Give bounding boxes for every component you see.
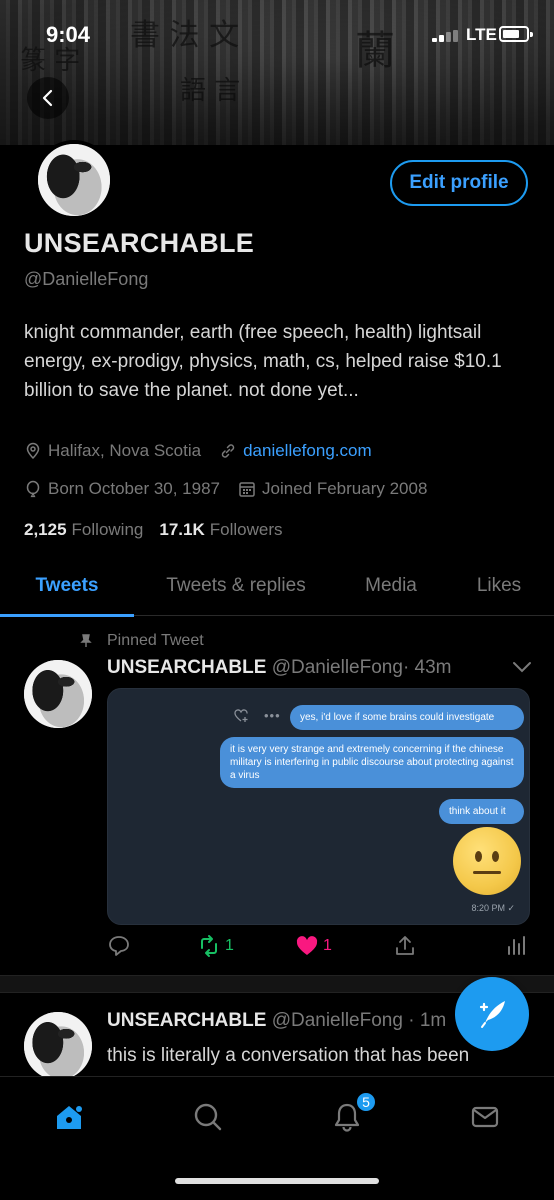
status-bar: 9:04 LTE xyxy=(0,0,554,60)
birthday-text: Born October 30, 1987 xyxy=(48,479,221,498)
link-icon xyxy=(221,444,235,458)
profile-bio: knight commander, earth (free speech, he… xyxy=(24,322,502,401)
following-link[interactable]: 2,125 Following xyxy=(24,520,143,540)
calendar-icon xyxy=(239,482,255,497)
tweet-author[interactable]: UNSEARCHABLE xyxy=(107,1010,266,1031)
tab-media[interactable]: Media xyxy=(338,556,444,616)
pinned-label: Pinned Tweet xyxy=(107,632,204,649)
profile-birthday: Born October 30, 1987 xyxy=(24,479,220,499)
profile-website[interactable]: daniellefong.com xyxy=(219,441,372,461)
tweet-avatar[interactable] xyxy=(24,1012,92,1080)
tweet-author[interactable]: UNSEARCHABLE xyxy=(107,657,266,678)
profile-handle: @DanielleFong xyxy=(24,269,149,289)
more-dots-icon: ••• xyxy=(264,708,281,723)
notification-badge: 5 xyxy=(355,1091,377,1113)
followers-label: Followers xyxy=(209,520,283,539)
chat-bubble: think about it xyxy=(439,799,524,824)
reply-icon xyxy=(109,936,129,956)
mail-icon xyxy=(471,1106,499,1128)
heart-icon xyxy=(296,936,318,955)
joined-text: Joined February 2008 xyxy=(262,479,428,498)
tweet-actions: 1 1 xyxy=(107,934,530,964)
tab-tweets-replies[interactable]: Tweets & replies xyxy=(134,556,338,616)
compose-tweet-button[interactable] xyxy=(455,977,529,1051)
tweet-time: · 43m xyxy=(402,657,452,678)
tweet-header: UNSEARCHABLE @DanielleFong · 1m xyxy=(107,1010,446,1032)
search-icon xyxy=(194,1103,222,1131)
like-count: 1 xyxy=(323,937,332,954)
profile-joined: Joined February 2008 xyxy=(238,479,427,499)
followers-count: 17.1K xyxy=(159,520,205,539)
profile-location: Halifax, Nova Scotia xyxy=(24,441,201,461)
tab-likes[interactable]: Likes xyxy=(444,556,554,616)
share-button[interactable] xyxy=(393,934,417,958)
profile-meta-row-2: Born October 30, 1987 Joined February 20… xyxy=(24,479,445,499)
following-label: Following xyxy=(71,520,144,539)
status-time: 9:04 xyxy=(46,22,91,47)
neutral-face-emoji xyxy=(453,827,521,895)
nav-home[interactable] xyxy=(49,1097,89,1137)
nav-search[interactable] xyxy=(188,1097,228,1137)
location-icon xyxy=(26,442,40,460)
display-name: UNSEARCHABLE xyxy=(24,228,255,258)
follow-stats: 2,125 Following 17.1K Followers xyxy=(24,520,298,540)
like-button[interactable]: 1 xyxy=(295,934,332,958)
message-time: 8:20 PM ✓ xyxy=(471,903,515,913)
analytics-icon xyxy=(508,936,525,955)
following-count: 2,125 xyxy=(24,520,67,539)
network-label: LTE xyxy=(466,25,497,44)
followers-link[interactable]: 17.1K Followers xyxy=(159,520,282,540)
nav-messages[interactable] xyxy=(465,1097,505,1137)
pinned-indicator: Pinned Tweet xyxy=(79,632,204,650)
react-icon xyxy=(234,709,248,722)
chevron-down-icon[interactable] xyxy=(512,660,532,674)
analytics-button[interactable] xyxy=(504,934,528,958)
tweet-header: UNSEARCHABLE @DanielleFong· 43m xyxy=(107,657,452,679)
back-button[interactable] xyxy=(27,77,69,119)
tweet-media-image[interactable]: ••• yes, i'd love if some brains could i… xyxy=(107,688,530,925)
chat-bubble: it is very very strange and extremely co… xyxy=(220,737,524,788)
tab-tweets[interactable]: Tweets xyxy=(0,556,134,617)
share-icon xyxy=(396,936,414,955)
retweet-icon xyxy=(201,935,217,957)
balloon-icon xyxy=(26,480,40,498)
edit-profile-button[interactable]: Edit profile xyxy=(390,160,528,206)
tweet-handle: @DanielleFong · 1m xyxy=(271,1010,447,1031)
home-icon xyxy=(57,1106,82,1129)
retweet-count: 1 xyxy=(225,937,234,954)
battery-icon xyxy=(499,26,533,42)
retweet-button[interactable]: 1 xyxy=(197,934,234,958)
chat-bubble: yes, i'd love if some brains could inves… xyxy=(290,705,524,730)
profile-meta-row: Halifax, Nova Scotia daniellefong.com xyxy=(24,441,390,461)
pin-icon xyxy=(80,634,92,647)
home-indicator xyxy=(175,1178,379,1184)
back-arrow-icon xyxy=(42,89,53,107)
reply-button[interactable] xyxy=(107,934,131,958)
compose-icon xyxy=(479,1001,505,1028)
tweet-avatar[interactable] xyxy=(24,660,92,728)
profile-tabs: Tweets Tweets & replies Media Likes xyxy=(0,556,554,617)
tweet-handle: @DanielleFong xyxy=(271,657,403,678)
signal-icon xyxy=(432,30,460,42)
profile-avatar[interactable] xyxy=(34,140,114,220)
website-link[interactable]: daniellefong.com xyxy=(243,441,372,461)
location-text: Halifax, Nova Scotia xyxy=(48,441,202,460)
